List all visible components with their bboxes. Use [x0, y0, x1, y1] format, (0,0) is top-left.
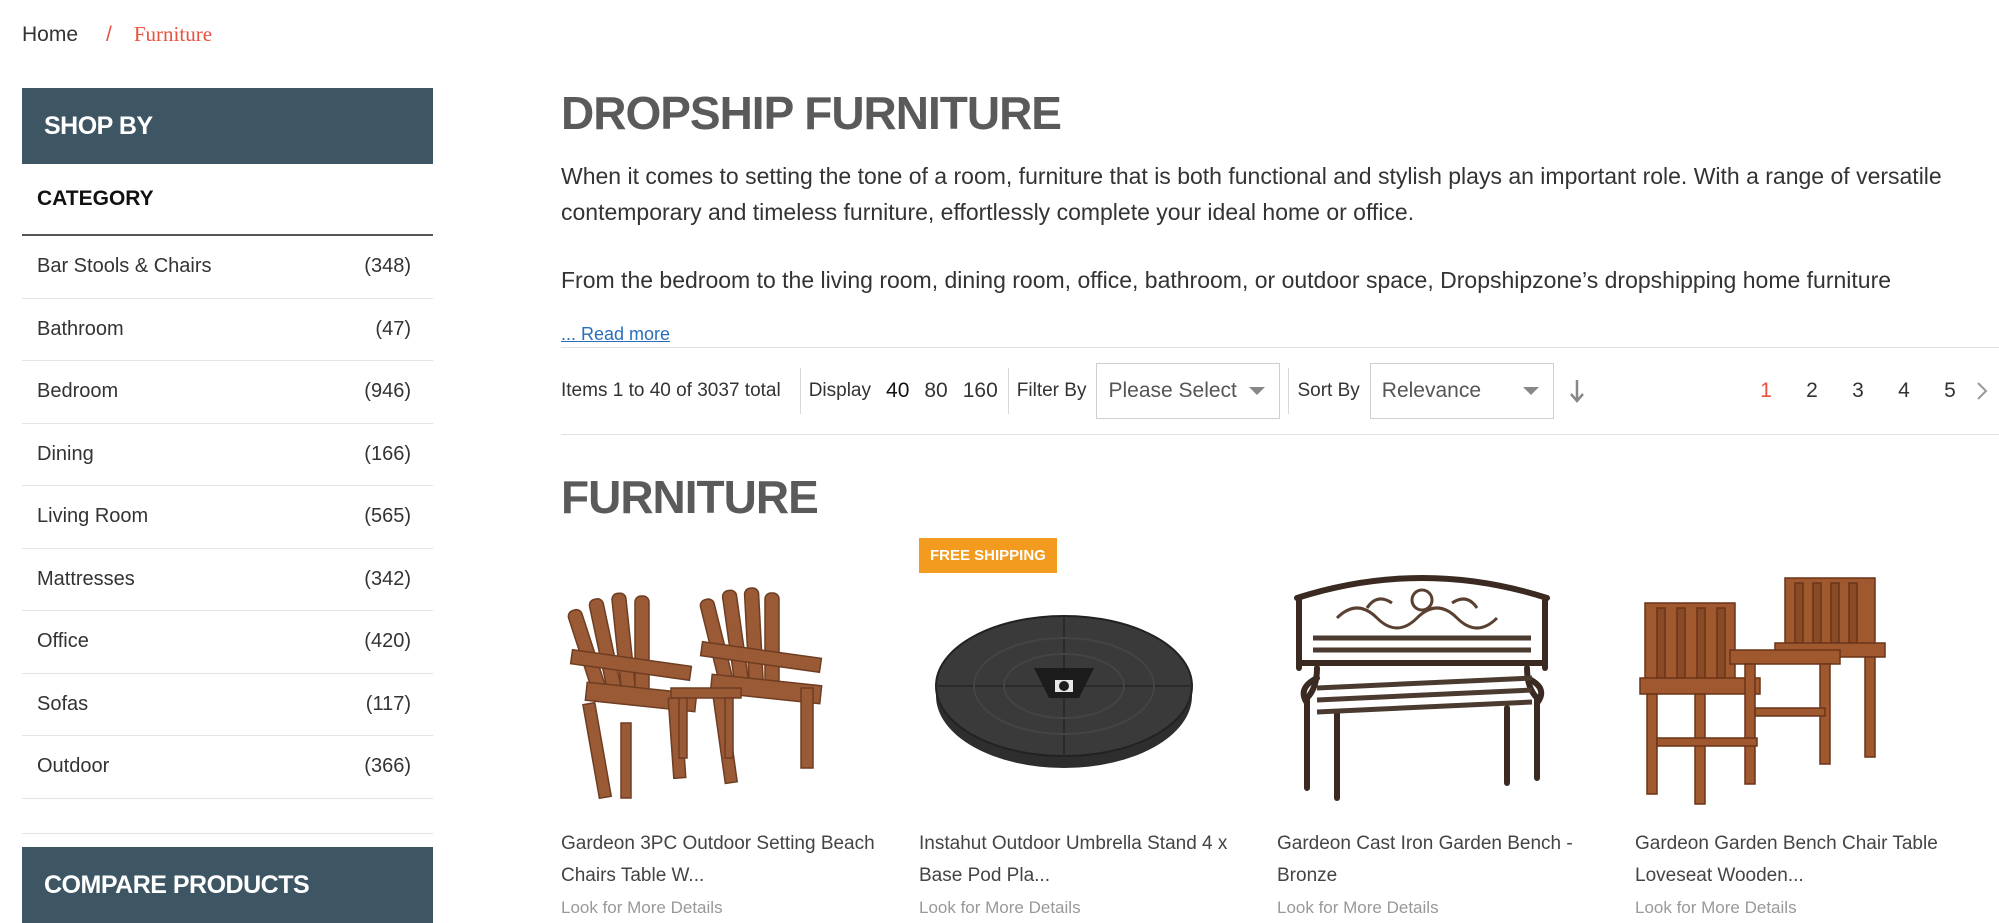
divider	[22, 833, 433, 834]
category-count: (946)	[364, 380, 411, 403]
filter-by: Filter By Please Select	[1009, 363, 1281, 419]
breadcrumb-home-link[interactable]: Home	[22, 23, 78, 47]
category-count: (47)	[375, 317, 411, 340]
display-option-160[interactable]: 160	[963, 379, 998, 403]
category-label: Living Room	[37, 505, 149, 528]
sort-select-value: Relevance	[1381, 379, 1482, 402]
category-label: Bathroom	[37, 317, 124, 340]
display-label: Display	[808, 380, 872, 401]
category-item[interactable]: Bathroom (47)	[22, 299, 433, 361]
product-name[interactable]: Instahut Outdoor Umbrella Stand 4 x Base…	[919, 828, 1249, 892]
product-image-loveseat-bench[interactable]	[1635, 538, 1925, 818]
category-count: (420)	[364, 630, 411, 653]
items-count: Items 1 to 40 of 3037 total	[561, 380, 781, 401]
display-option-80[interactable]: 80	[924, 379, 947, 403]
toolbar: Items 1 to 40 of 3037 total Display 40 8…	[561, 347, 1999, 435]
sort-select[interactable]: Relevance	[1369, 363, 1554, 419]
category-label: Mattresses	[37, 567, 135, 590]
product-card[interactable]: Gardeon 3PC Outdoor Setting Beach Chairs…	[561, 538, 891, 917]
category-item[interactable]: Outdoor (366)	[22, 736, 433, 799]
product-more-details[interactable]: Look for More Details	[561, 898, 723, 918]
category-count: (166)	[364, 442, 411, 465]
category-count: (565)	[364, 505, 411, 528]
page-4[interactable]: 4	[1881, 379, 1927, 403]
category-label: Bedroom	[37, 380, 119, 403]
filter-select[interactable]: Please Select	[1096, 363, 1281, 419]
category-item[interactable]: Living Room (565)	[22, 486, 433, 549]
page-1[interactable]: 1	[1743, 379, 1789, 403]
breadcrumb-separator: /	[106, 22, 112, 46]
chevron-down-icon	[1522, 387, 1539, 395]
category-item[interactable]: Bedroom (946)	[22, 361, 433, 424]
category-label: Outdoor	[37, 755, 110, 778]
compare-products-title: COMPARE PRODUCTS	[22, 847, 433, 923]
product-card[interactable]: Gardeon Cast Iron Garden Bench - Bronze …	[1277, 538, 1607, 917]
product-name[interactable]: Gardeon Garden Bench Chair Table Lovesea…	[1635, 828, 1965, 892]
product-card[interactable]: Gardeon Garden Bench Chair Table Lovesea…	[1635, 538, 1965, 917]
shop-by-title: SHOP BY	[22, 88, 433, 164]
breadcrumb: Home / Furniture	[22, 22, 212, 47]
compare-products-block: COMPARE PRODUCTS	[22, 847, 433, 923]
category-item[interactable]: Dining (166)	[22, 424, 433, 486]
page-2[interactable]: 2	[1789, 379, 1835, 403]
product-name[interactable]: Gardeon Cast Iron Garden Bench - Bronze	[1277, 828, 1607, 892]
pagination: 1 2 3 4 5	[1743, 379, 1999, 403]
category-count: (348)	[364, 255, 411, 278]
section-title: FURNITURE	[561, 471, 819, 523]
category-item[interactable]: Office (420)	[22, 611, 433, 674]
product-image-garden-bench[interactable]	[1277, 538, 1567, 818]
category-description-more: From the bedroom to the living room, din…	[561, 267, 1892, 293]
category-label: Bar Stools & Chairs	[37, 255, 212, 278]
page-5[interactable]: 5	[1927, 379, 1973, 403]
category-item[interactable]: Sofas (117)	[22, 674, 433, 736]
category-count: (117)	[365, 692, 411, 715]
category-count: (342)	[364, 567, 411, 590]
product-image-umbrella-base[interactable]: FREE SHIPPING	[919, 538, 1209, 818]
category-item[interactable]: Mattresses (342)	[22, 549, 433, 611]
page-3[interactable]: 3	[1835, 379, 1881, 403]
product-more-details[interactable]: Look for More Details	[1635, 898, 1797, 918]
free-shipping-badge: FREE SHIPPING	[919, 538, 1057, 573]
filter-label: Filter By	[1016, 380, 1087, 401]
product-card[interactable]: FREE SHIPPING Instahut Outdoor Umbrella …	[919, 538, 1249, 917]
category-heading: CATEGORY	[22, 164, 433, 236]
chevron-down-icon	[1249, 387, 1266, 395]
chevron-right-icon[interactable]	[1973, 381, 1991, 401]
product-image-adirondack-chairs[interactable]	[561, 538, 851, 818]
product-more-details[interactable]: Look for More Details	[1277, 898, 1439, 918]
category-count: (366)	[364, 755, 411, 778]
category-label: Sofas	[37, 692, 89, 715]
page-title: DROPSHIP FURNITURE	[561, 87, 1062, 139]
sort-direction-arrow-icon[interactable]	[1566, 374, 1588, 408]
display-limiter: Display 40 80 160	[801, 379, 1008, 403]
category-item[interactable]: Bar Stools & Chairs (348)	[22, 236, 433, 299]
category-label: Dining	[37, 442, 94, 465]
read-more-link[interactable]: ... Read more	[561, 324, 670, 345]
category-description: When it comes to setting the tone of a r…	[561, 163, 1942, 225]
breadcrumb-current: Furniture	[133, 22, 213, 46]
product-more-details[interactable]: Look for More Details	[919, 898, 1081, 918]
product-name[interactable]: Gardeon 3PC Outdoor Setting Beach Chairs…	[561, 828, 891, 892]
filter-select-value: Please Select	[1108, 379, 1237, 402]
sidebar: SHOP BY CATEGORY Bar Stools & Chairs (348…	[22, 88, 433, 799]
sort-by: Sort By Relevance	[1289, 363, 1587, 419]
sort-label: Sort By	[1297, 380, 1360, 401]
display-option-40[interactable]: 40	[886, 379, 909, 403]
category-label: Office	[37, 630, 89, 653]
